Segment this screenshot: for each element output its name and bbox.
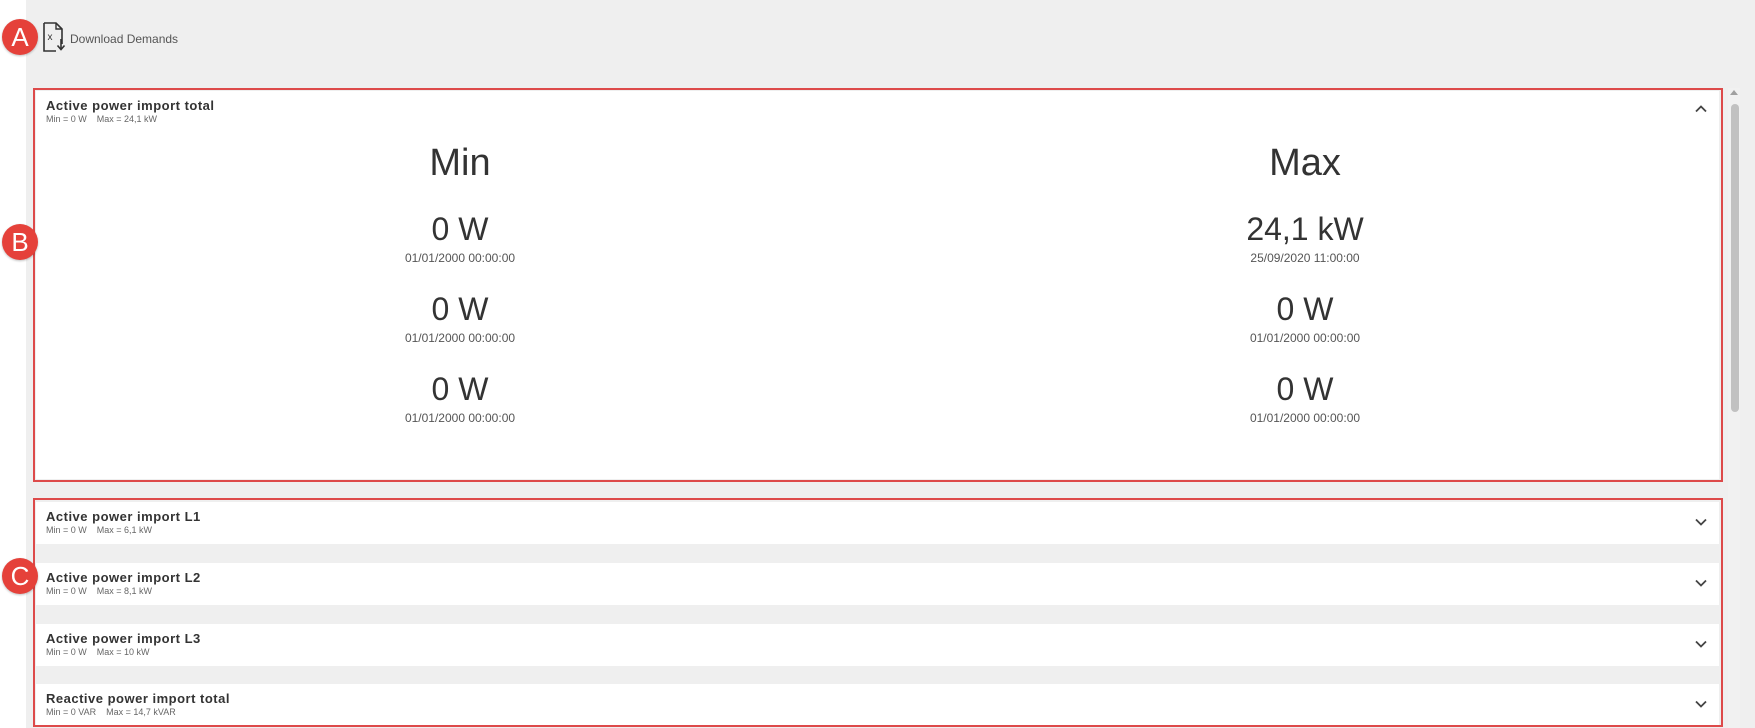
left-strip	[0, 0, 26, 728]
max-entry: 0 W 01/01/2000 00:00:00	[1125, 291, 1485, 345]
panel-summary: Min = 0 W Max = 6,1 kW	[46, 525, 201, 535]
panel-header[interactable]: Active power import L1 Min = 0 W Max = 6,…	[46, 509, 201, 535]
max-entry: 0 W 01/01/2000 00:00:00	[1125, 371, 1485, 425]
chevron-down-icon[interactable]	[1693, 636, 1709, 652]
panel-summary: Min = 0 W Max = 8,1 kW	[46, 586, 201, 596]
panel-summary: Min = 0 VAR Max = 14,7 kVAR	[46, 707, 230, 717]
scrollbar-thumb[interactable]	[1731, 104, 1739, 412]
panel-title: Active power import L2	[46, 570, 201, 585]
excel-download-icon: x	[41, 21, 67, 57]
min-entry: 0 W 01/01/2000 00:00:00	[280, 371, 640, 425]
max-summary: Max = 14,7 kVAR	[106, 707, 176, 717]
max-column: Max	[1125, 142, 1485, 185]
marker-b: B	[2, 224, 38, 260]
min-summary: Min = 0 VAR	[46, 707, 97, 717]
max-summary: Max = 8,1 kW	[96, 586, 153, 596]
panel-title: Active power import L1	[46, 509, 201, 524]
min-value: 0 W	[431, 291, 489, 327]
panel-header[interactable]: Reactive power import total Min = 0 VAR M…	[46, 691, 230, 717]
min-timestamp: 01/01/2000 00:00:00	[404, 331, 516, 345]
svg-text:x: x	[48, 32, 53, 43]
panel-header[interactable]: Active power import total Min = 0 W Max =…	[46, 98, 215, 124]
chevron-down-icon[interactable]	[1693, 696, 1709, 712]
panel-active-power-import-total: Active power import total Min = 0 W Max =…	[36, 91, 1719, 479]
panel-active-power-import-l2[interactable]: Active power import L2 Min = 0 W Max = 8,…	[36, 563, 1719, 605]
panel-header[interactable]: Active power import L3 Min = 0 W Max = 10…	[46, 631, 201, 657]
panel-title: Active power import total	[46, 98, 215, 113]
panel-summary: Min = 0 W Max = 10 kW	[46, 647, 201, 657]
chevron-up-icon[interactable]	[1693, 101, 1709, 117]
max-summary: Max = 6,1 kW	[96, 525, 153, 535]
panel-active-power-import-l1[interactable]: Active power import L1 Min = 0 W Max = 6,…	[36, 502, 1719, 544]
max-timestamp: 01/01/2000 00:00:00	[1249, 411, 1361, 425]
marker-c: C	[2, 558, 38, 594]
min-entry: 0 W 01/01/2000 00:00:00	[280, 211, 640, 265]
chevron-down-icon[interactable]	[1693, 575, 1709, 591]
chevron-down-icon[interactable]	[1693, 514, 1709, 530]
max-summary: Max = 24,1 kW	[96, 114, 158, 124]
panel-reactive-power-import-total[interactable]: Reactive power import total Min = 0 VAR M…	[36, 684, 1719, 726]
min-summary: Min = 0 W	[46, 114, 87, 124]
panel-summary: Min = 0 W Max = 24,1 kW	[46, 114, 215, 124]
max-summary: Max = 10 kW	[96, 647, 150, 657]
min-entry: 0 W 01/01/2000 00:00:00	[280, 291, 640, 345]
download-demands-label: Download Demands	[70, 32, 179, 46]
scroll-up-arrow[interactable]	[1730, 90, 1738, 95]
max-value: 0 W	[1276, 371, 1334, 407]
panel-header[interactable]: Active power import L2 Min = 0 W Max = 8,…	[46, 570, 201, 596]
max-timestamp: 01/01/2000 00:00:00	[1249, 331, 1361, 345]
panel-title: Reactive power import total	[46, 691, 230, 706]
max-heading: Max	[1269, 142, 1341, 184]
min-timestamp: 01/01/2000 00:00:00	[404, 411, 516, 425]
panel-active-power-import-l3[interactable]: Active power import L3 Min = 0 W Max = 10…	[36, 624, 1719, 666]
min-value: 0 W	[431, 371, 489, 407]
min-column: Min	[280, 142, 640, 185]
max-timestamp: 25/09/2020 11:00:00	[1250, 251, 1360, 265]
min-summary: Min = 0 W	[46, 525, 87, 535]
min-heading: Min	[429, 142, 491, 184]
max-value: 0 W	[1276, 291, 1334, 327]
marker-a: A	[2, 19, 38, 55]
min-value: 0 W	[431, 211, 489, 247]
download-demands-button[interactable]: x Download Demands	[41, 21, 179, 57]
min-summary: Min = 0 W	[46, 647, 87, 657]
min-timestamp: 01/01/2000 00:00:00	[404, 251, 516, 265]
min-summary: Min = 0 W	[46, 586, 87, 596]
max-value: 24,1 kW	[1246, 211, 1364, 247]
max-entry: 24,1 kW 25/09/2020 11:00:00	[1125, 211, 1485, 265]
panel-title: Active power import L3	[46, 631, 201, 646]
